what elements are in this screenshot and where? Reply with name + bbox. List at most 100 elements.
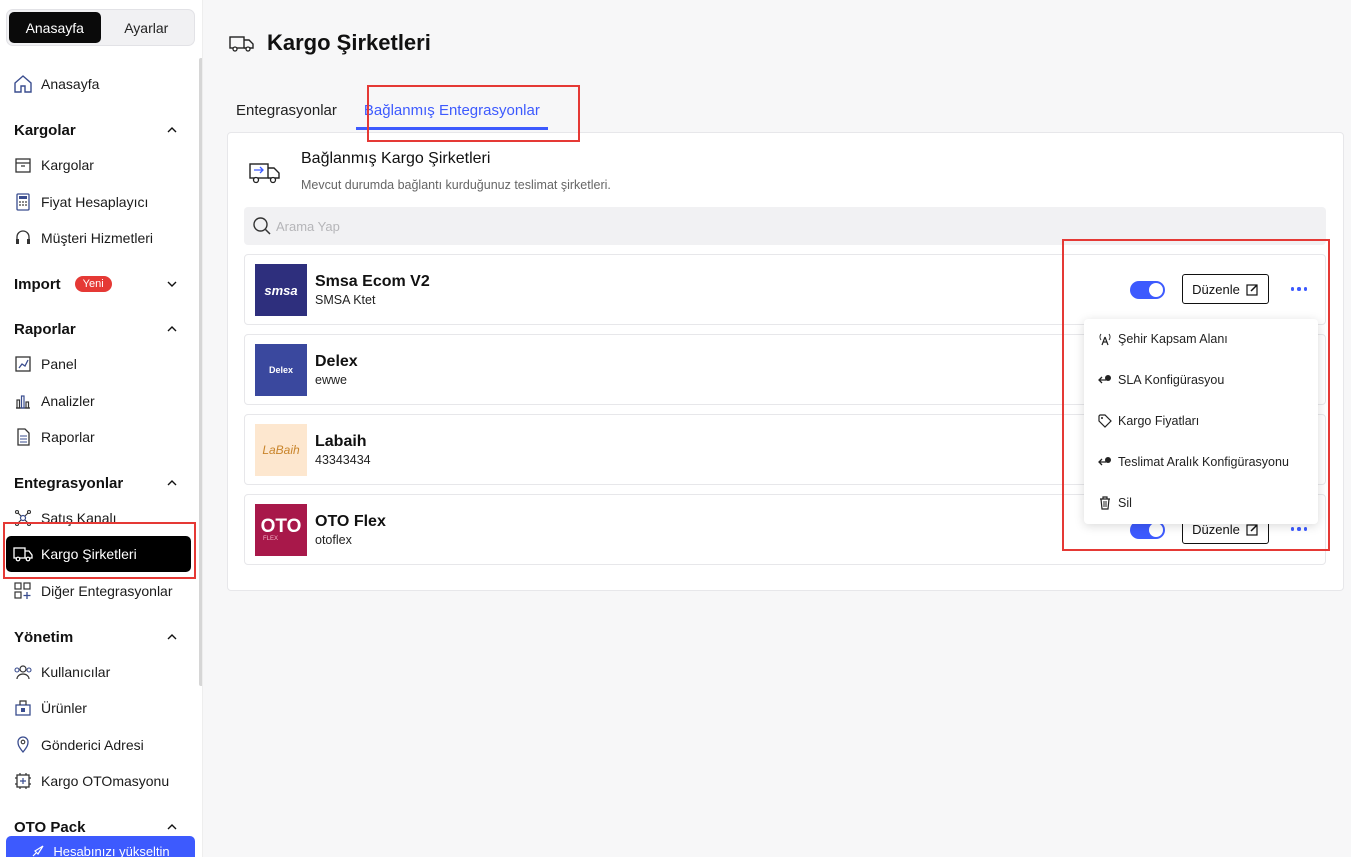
- sidebar-item-panel[interactable]: Panel: [6, 346, 191, 382]
- sidebar-item-label: Kullanıcılar: [41, 664, 111, 680]
- logo-text: LaBaih: [262, 443, 300, 457]
- sidebar-item-kargo-sirketleri[interactable]: Kargo Şirketleri: [6, 536, 191, 572]
- section-label: Yönetim: [14, 628, 74, 646]
- sidebar-item-label: Gönderici Adresi: [41, 737, 144, 753]
- logo-text: smsa: [264, 282, 298, 298]
- home-icon: [12, 73, 34, 95]
- logo-text: Delex: [268, 365, 294, 375]
- sidebar-item-kullanicilar[interactable]: Kullanıcılar: [6, 654, 191, 690]
- carrier-options-menu: Şehir Kapsam Alanı SLA Konfigürasyou Kar…: [1084, 319, 1318, 524]
- section-raporlar[interactable]: Raporlar: [14, 317, 179, 341]
- chevron-up-icon: [167, 824, 177, 830]
- truck-transfer-icon: [248, 160, 282, 191]
- edit-icon: [1246, 283, 1258, 296]
- logo-text: OTO: [260, 516, 302, 537]
- delex-logo: Delex: [255, 344, 307, 396]
- upgrade-button[interactable]: Hesabınızı yükseltin: [6, 836, 195, 857]
- sidebar-scrollbar[interactable]: [199, 58, 202, 686]
- sidebar-item-home[interactable]: Anasayfa: [6, 66, 191, 102]
- menu-label: Şehir Kapsam Alanı: [1118, 332, 1228, 346]
- delivery-config-icon: [1098, 455, 1112, 469]
- menu-label: Teslimat Aralık Konfigürasyonu: [1118, 455, 1289, 469]
- chevron-up-icon: [167, 634, 177, 640]
- carrier-name: Labaih: [315, 433, 367, 450]
- sidebar-item-analizler[interactable]: Analizler: [6, 383, 191, 419]
- sidebar-item-label: Kargo Şirketleri: [41, 546, 137, 562]
- section-label: Import: [14, 275, 61, 293]
- section-kargolar[interactable]: Kargolar: [14, 118, 179, 142]
- sidebar-item-label: Müşteri Hizmetleri: [41, 230, 154, 246]
- sidebar-item-label: Kargo OTOmasyonu: [41, 773, 170, 789]
- toggle-home[interactable]: Anasayfa: [9, 12, 101, 43]
- sidebar-item-label: Ürünler: [41, 700, 87, 716]
- labaih-logo: LaBaih: [255, 424, 307, 476]
- card-subtitle: Mevcut durumda bağlantı kurduğunuz tesli…: [301, 178, 611, 192]
- edit-button[interactable]: Düzenle: [1182, 274, 1269, 304]
- network-icon: [12, 507, 34, 529]
- sidebar-item-kargolar[interactable]: Kargolar: [6, 147, 191, 183]
- search-input[interactable]: [276, 218, 1176, 234]
- sidebar-item-raporlar[interactable]: Raporlar: [6, 419, 191, 455]
- more-options-button[interactable]: [1287, 277, 1311, 301]
- menu-item-sla[interactable]: SLA Konfigürasyou: [1098, 373, 1224, 387]
- section-import[interactable]: Import Yeni: [14, 272, 179, 296]
- sidebar-item-satis[interactable]: Satış Kanalı: [6, 500, 191, 536]
- sidebar-item-musteri[interactable]: Müşteri Hizmetleri: [6, 220, 191, 256]
- oto-flex-logo: OTO FLEX: [255, 504, 307, 556]
- carrier-name: OTO Flex: [315, 513, 386, 530]
- page-header: Kargo Şirketleri: [229, 30, 431, 56]
- sidebar-item-label: Panel: [41, 356, 77, 372]
- automation-icon: [12, 770, 34, 792]
- carrier-name: Smsa Ecom V2: [315, 273, 430, 290]
- tab-bar: Entegrasyonlar Bağlanmış Entegrasyonlar: [228, 96, 548, 130]
- smsa-logo: smsa: [255, 264, 307, 316]
- box-icon: [12, 154, 34, 176]
- edit-label: Düzenle: [1192, 281, 1240, 297]
- users-icon: [12, 661, 34, 683]
- menu-label: Sil: [1118, 496, 1132, 510]
- menu-item-delete[interactable]: Sil: [1098, 496, 1132, 510]
- menu-item-delivery-interval[interactable]: Teslimat Aralık Konfigürasyonu: [1098, 455, 1289, 469]
- section-label: Raporlar: [14, 320, 76, 338]
- location-pin-icon: [12, 734, 34, 756]
- truck-icon: [229, 36, 254, 52]
- card-title: Bağlanmış Kargo Şirketleri: [301, 150, 491, 167]
- logo-subtext: FLEX: [263, 536, 279, 542]
- new-badge: Yeni: [74, 276, 112, 292]
- section-entegrasyonlar[interactable]: Entegrasyonlar: [14, 471, 179, 495]
- menu-item-city-coverage[interactable]: Şehir Kapsam Alanı: [1098, 332, 1228, 346]
- sidebar-item-otomasyon[interactable]: Kargo OTOmasyonu: [6, 763, 191, 799]
- package-icon: [12, 697, 34, 719]
- carrier-toggle[interactable]: [1130, 281, 1165, 299]
- toggle-settings[interactable]: Ayarlar: [101, 12, 193, 43]
- section-label: Kargolar: [14, 121, 76, 139]
- section-yonetim[interactable]: Yönetim: [14, 625, 179, 649]
- sla-config-icon: [1098, 373, 1112, 387]
- section-label: Entegrasyonlar: [14, 474, 124, 492]
- menu-item-prices[interactable]: Kargo Fiyatları: [1098, 414, 1199, 428]
- edit-icon: [1246, 523, 1258, 536]
- sidebar-item-gonderici[interactable]: Gönderici Adresi: [6, 727, 191, 763]
- search-icon: [253, 217, 271, 235]
- sidebar-item-label: Anasayfa: [41, 76, 100, 92]
- sidebar-item-label: Kargolar: [41, 157, 94, 173]
- calculator-icon: [12, 191, 34, 213]
- rocket-icon: [32, 845, 44, 857]
- sidebar-item-label: Analizler: [41, 393, 95, 409]
- sidebar-item-urunler[interactable]: Ürünler: [6, 690, 191, 726]
- upgrade-label: Hesabınızı yükseltin: [53, 843, 170, 857]
- tab-integrations[interactable]: Entegrasyonlar: [228, 96, 345, 130]
- headset-icon: [12, 227, 34, 249]
- tab-connected[interactable]: Bağlanmış Entegrasyonlar: [355, 96, 548, 130]
- antenna-icon: [1098, 332, 1112, 346]
- menu-label: Kargo Fiyatları: [1118, 414, 1200, 428]
- sidebar-item-diger[interactable]: Diğer Entegrasyonlar: [6, 573, 191, 609]
- carrier-sub: otoflex: [315, 533, 352, 547]
- document-icon: [12, 426, 34, 448]
- chevron-down-icon: [167, 281, 177, 287]
- carrier-sub: ewwe: [315, 373, 347, 387]
- section-label: OTO Pack: [14, 818, 86, 836]
- sidebar-item-label: Raporlar: [41, 429, 95, 445]
- sidebar-item-fiyat[interactable]: Fiyat Hesaplayıcı: [6, 184, 191, 220]
- chevron-up-icon: [167, 127, 177, 133]
